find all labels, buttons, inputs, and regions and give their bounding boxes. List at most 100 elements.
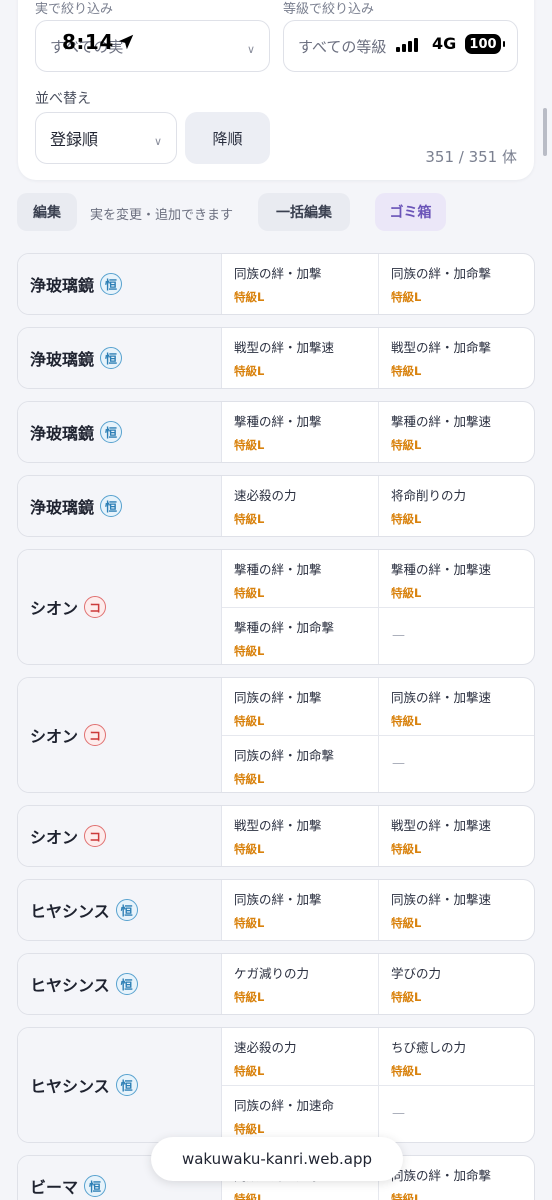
fruit-grid: 同族の絆・加撃 特級L 同族の絆・加撃速 特級L 同族の絆・加命撃 特級L — bbox=[222, 678, 534, 792]
character-row[interactable]: 浄玻璃鏡恒同族の絆・加撃 特級L 同族の絆・加命撃 特級L bbox=[17, 253, 535, 315]
character-row[interactable]: ヒヤシンス恒 ケガ減りの力 特級L 学びの力 特級L bbox=[17, 953, 535, 1015]
character-name: シオン bbox=[30, 599, 79, 618]
empty-fruit-slot[interactable]: — bbox=[378, 607, 534, 664]
character-type-badge: 恒 bbox=[115, 1074, 138, 1096]
fruit-grade: 特級L bbox=[391, 364, 422, 378]
fruit-grade: 特級L bbox=[391, 438, 422, 452]
character-name-cell: 浄玻璃鏡恒 bbox=[18, 402, 222, 462]
character-row[interactable]: ヒヤシンス恒速必殺の力 特級L ちび癒しの力 特級L 同族の絆・加速命 特級L — bbox=[17, 1027, 535, 1143]
fruit-name: 同族の絆・加撃速 bbox=[391, 690, 492, 705]
fruit-grade: 特級L bbox=[391, 1064, 422, 1078]
character-row[interactable]: シオンコ撃種の絆・加撃 特級L 撃種の絆・加撃速 特級L 撃種の絆・加命撃 特級L — bbox=[17, 549, 535, 665]
character-row[interactable]: 浄玻璃鏡恒速必殺の力 特級L 将命削りの力 特級L bbox=[17, 475, 535, 537]
fruit-line: 同族の絆・加速命 特級L — bbox=[222, 1084, 534, 1143]
fruit-line: 戦型の絆・加撃速 特級L 戦型の絆・加命撃 特級L bbox=[222, 328, 534, 388]
character-name: 浄玻璃鏡 bbox=[30, 498, 95, 517]
fruit-slot[interactable]: 戦型の絆・加撃速 特級L bbox=[222, 328, 378, 388]
fruit-name: 撃種の絆・加撃速 bbox=[391, 414, 492, 429]
character-name-cell: シオンコ bbox=[18, 806, 222, 866]
fruit-grade: 特級L bbox=[234, 512, 265, 526]
fruit-grade: 特級L bbox=[391, 842, 422, 856]
fruit-line: 速必殺の力 特級L 将命削りの力 特級L bbox=[222, 476, 534, 536]
url-bar[interactable]: wakuwaku-kanri.web.app bbox=[151, 1137, 403, 1181]
battery-level: 100 bbox=[469, 36, 497, 52]
character-type-badge: 恒 bbox=[115, 973, 138, 995]
battery-icon: 100 bbox=[465, 34, 505, 54]
fruit-slot[interactable]: 撃種の絆・加命撃 特級L bbox=[222, 608, 378, 665]
fruit-slot[interactable]: 撃種の絆・加撃 特級L bbox=[222, 550, 378, 607]
fruit-slot[interactable]: 同族の絆・加撃特級L bbox=[222, 254, 378, 314]
fruit-slot[interactable]: ちび癒しの力 特級L bbox=[378, 1028, 534, 1085]
empty-fruit-slot[interactable]: — bbox=[378, 735, 534, 792]
signal-icon bbox=[396, 36, 418, 52]
fruit-slot[interactable]: 戦型の絆・加撃速 特級L bbox=[378, 806, 534, 866]
fruit-slot[interactable]: 同族の絆・加命撃 特級L bbox=[222, 736, 378, 793]
fruit-grade: 特級L bbox=[234, 290, 265, 304]
fruit-grid: 撃種の絆・加撃 特級L 撃種の絆・加撃速 特級L bbox=[222, 402, 534, 462]
character-name: 浄玻璃鏡 bbox=[30, 424, 95, 443]
fruit-grid: 戦型の絆・加撃速 特級L 戦型の絆・加命撃 特級L bbox=[222, 328, 534, 388]
character-type-badge: 恒 bbox=[100, 421, 123, 443]
fruit-slot[interactable]: 同族の絆・加撃速 特級L bbox=[378, 678, 534, 735]
character-type-badge: 恒 bbox=[100, 273, 123, 295]
fruit-slot[interactable]: 戦型の絆・加命撃 特級L bbox=[378, 328, 534, 388]
fruit-slot[interactable]: 撃種の絆・加撃速 特級L bbox=[378, 550, 534, 607]
character-name: ヒヤシンス bbox=[30, 976, 110, 995]
fruit-line: 同族の絆・加撃 特級L 同族の絆・加撃速 特級L bbox=[222, 678, 534, 735]
fruit-slot[interactable]: 速必殺の力 特級L bbox=[222, 1028, 378, 1085]
edit-button[interactable]: 編集 bbox=[17, 193, 77, 231]
chevron-down-icon: ∨ bbox=[246, 43, 255, 56]
sort-select[interactable]: 登録順 ∨ bbox=[35, 112, 177, 164]
fruit-slot[interactable]: 速必殺の力 特級L bbox=[222, 476, 378, 536]
empty-fruit-slot[interactable]: — bbox=[378, 1085, 534, 1142]
fruit-slot[interactable]: 同族の絆・加命撃 特級L bbox=[378, 254, 534, 314]
fruit-name: 同族の絆・加撃速 bbox=[391, 892, 492, 907]
fruit-line: ケガ減りの力 特級L 学びの力 特級L bbox=[222, 954, 534, 1014]
character-row[interactable]: 浄玻璃鏡恒撃種の絆・加撃 特級L 撃種の絆・加撃速 特級L bbox=[17, 401, 535, 463]
character-name: ヒヤシンス bbox=[30, 902, 110, 921]
fruit-slot[interactable]: 同族の絆・加撃特級L bbox=[222, 880, 378, 940]
fruit-line: 撃種の絆・加撃 特級L 撃種の絆・加撃速 特級L bbox=[222, 402, 534, 462]
character-row[interactable]: シオンコ同族の絆・加撃 特級L 同族の絆・加撃速 特級L 同族の絆・加命撃 特級L — bbox=[17, 677, 535, 793]
fruit-name: 速必殺の力 bbox=[234, 1040, 297, 1055]
fruit-line: 速必殺の力 特級L ちび癒しの力 特級L bbox=[222, 1028, 534, 1085]
fruit-slot[interactable]: 同族の絆・加撃速 特級L bbox=[378, 880, 534, 940]
order-toggle-button[interactable]: 降順 bbox=[185, 112, 270, 164]
fruit-name: 戦型の絆・加撃速 bbox=[234, 340, 335, 355]
fruit-grade: 特級L bbox=[234, 586, 265, 600]
fruit-name: 撃種の絆・加撃速 bbox=[391, 562, 492, 577]
fruit-name: 将命削りの力 bbox=[391, 488, 467, 503]
fruit-slot[interactable]: 撃種の絆・加撃 特級L bbox=[222, 402, 378, 462]
fruit-slot[interactable]: ケガ減りの力 特級L bbox=[222, 954, 378, 1014]
fruit-grade: 特級L bbox=[391, 714, 422, 728]
grade-filter-value: すべての等級 bbox=[298, 37, 387, 56]
fruit-name: ちび癒しの力 bbox=[391, 1040, 467, 1055]
fruit-grade: 特級L bbox=[391, 586, 422, 600]
fruit-grade: 特級L bbox=[391, 916, 422, 930]
sort-value: 登録順 bbox=[50, 130, 99, 149]
fruit-slot[interactable]: 戦型の絆・加撃 特級L bbox=[222, 806, 378, 866]
character-type-badge: 恒 bbox=[115, 899, 138, 921]
fruit-grade: 特級L bbox=[391, 990, 422, 1004]
character-name: 浄玻璃鏡 bbox=[30, 276, 95, 295]
fruit-line: 同族の絆・加撃特級L同族の絆・加命撃特級L bbox=[222, 254, 534, 314]
fruit-name: 同族の絆・加撃 bbox=[234, 892, 322, 907]
fruit-slot[interactable]: 将命削りの力 特級L bbox=[378, 476, 534, 536]
fruit-slot[interactable]: 学びの力 特級L bbox=[378, 954, 534, 1014]
trash-button[interactable]: ゴミ箱 bbox=[375, 193, 446, 231]
fruit-slot[interactable]: 撃種の絆・加撃速 特級L bbox=[378, 402, 534, 462]
fruit-slot[interactable]: 同族の絆・加撃特級L bbox=[222, 678, 378, 735]
location-arrow-icon bbox=[118, 34, 134, 50]
fruit-filter-label: 実で絞り込み bbox=[35, 2, 114, 17]
fruit-grade: 特級L bbox=[391, 512, 422, 526]
character-row[interactable]: シオンコ戦型の絆・加撃 特級L 戦型の絆・加撃速 特級L bbox=[17, 805, 535, 867]
character-row[interactable]: ヒヤシンス恒同族の絆・加撃 特級L 同族の絆・加撃速 特級L bbox=[17, 879, 535, 941]
character-name-cell: ヒヤシンス恒 bbox=[18, 880, 222, 940]
scrollbar[interactable] bbox=[543, 108, 547, 156]
bulk-edit-button[interactable]: 一括編集 bbox=[258, 193, 350, 231]
fruit-line: 撃種の絆・加命撃 特級L — bbox=[222, 606, 534, 665]
character-row[interactable]: 浄玻璃鏡恒戦型の絆・加撃速 特級L 戦型の絆・加命撃 特級L bbox=[17, 327, 535, 389]
fruit-slot[interactable]: 同族の絆・加速命 特級L bbox=[222, 1086, 378, 1143]
character-type-badge: コ bbox=[84, 825, 107, 847]
character-name-cell: 浄玻璃鏡恒 bbox=[18, 254, 222, 314]
